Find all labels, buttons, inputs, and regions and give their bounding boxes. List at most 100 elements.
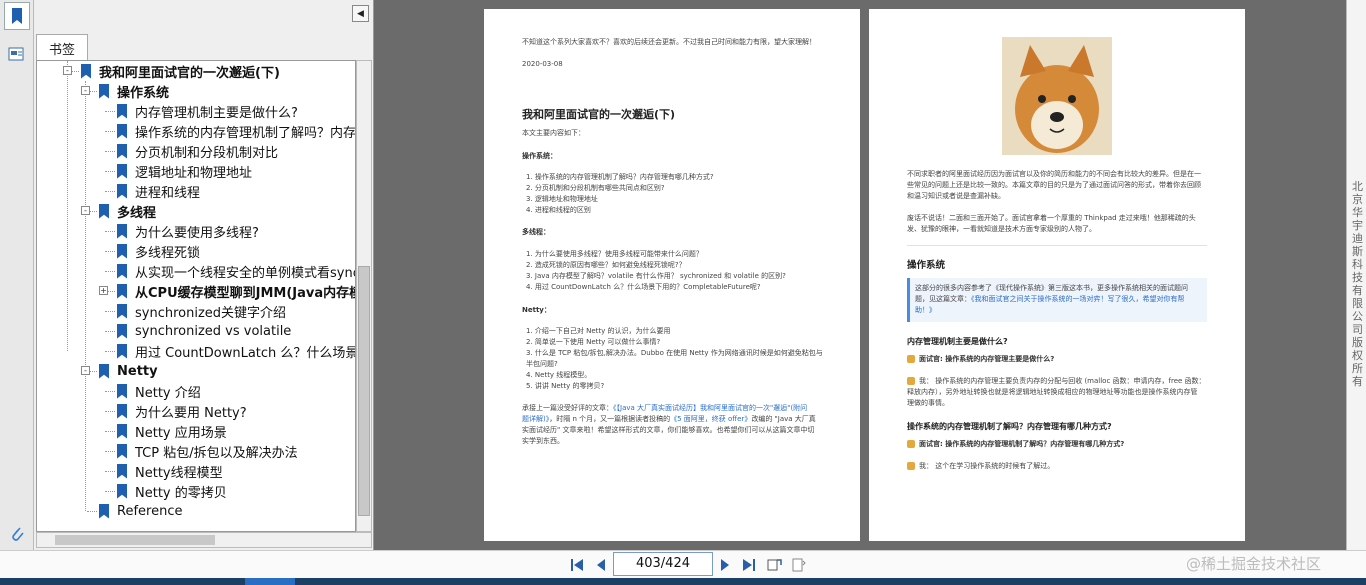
bookmark-item[interactable]: 进程和线程 xyxy=(117,181,200,201)
bookmark-icon xyxy=(99,503,109,519)
right-side-strip: 北京华宇迪斯科技有限公司版权所有 xyxy=(1346,0,1366,550)
tree-connector xyxy=(105,471,115,472)
bookmark-item[interactable]: 分页机制和分段机制对比 xyxy=(117,141,278,161)
bookmark-item[interactable]: Netty xyxy=(99,361,158,381)
list-item: 1. 操作系统的内存管理机制了解吗？内存管理有哪几种方式? xyxy=(526,173,714,181)
first-page-icon[interactable] xyxy=(568,556,586,574)
bookmark-icon xyxy=(117,283,127,299)
interviewer-line: 面试官: 操作系统的内存管理机制了解吗？内存管理有哪几种方式? xyxy=(919,440,1125,448)
rotate-icon[interactable] xyxy=(765,556,783,574)
last-page-icon[interactable] xyxy=(740,556,758,574)
bookmark-icon xyxy=(117,103,127,119)
bookmark-item[interactable]: 多线程死锁 xyxy=(117,241,200,261)
bookmark-item[interactable]: synchronized vs volatile xyxy=(117,321,291,341)
collapse-icon[interactable]: - xyxy=(81,366,90,375)
prev-page-icon[interactable] xyxy=(592,556,610,574)
bookmark-label: 进程和线程 xyxy=(135,185,201,201)
taskbar-active-item[interactable] xyxy=(245,578,295,585)
paragraph-line: 发、犹豫的眼神，一看就知道是技术方面专家级别的人物了。 xyxy=(907,225,1096,233)
bookmark-label: 多线程 xyxy=(117,205,157,221)
attachment-icon[interactable] xyxy=(4,519,30,547)
bookmark-item[interactable]: Netty 介绍 xyxy=(117,381,201,401)
bookmark-label: 用过 CountDownLatch 么？什么场景下用 xyxy=(135,345,356,361)
list-item: 1. 介绍一下自己对 Netty 的认识，为什么要用 xyxy=(526,327,671,335)
netty-heading: Netty： xyxy=(522,306,551,314)
fit-icon[interactable] xyxy=(789,556,807,574)
bookmark-item[interactable]: 从实现一个线程安全的单例模式看synchro xyxy=(117,261,355,281)
bookmark-item[interactable]: Netty线程模型 xyxy=(117,461,223,481)
thumbnail-icon[interactable] xyxy=(4,40,30,68)
tree-connector xyxy=(105,131,115,132)
bookmark-item[interactable]: Reference xyxy=(99,501,182,521)
article-title: 我和阿里面试官的一次邂逅(下) xyxy=(522,108,676,121)
bookmark-icon xyxy=(99,203,109,219)
article-link[interactable]: 《5 面阿里，终获 offer》 xyxy=(670,415,751,423)
answer-line: 我： 操作系统的内存管理主要负责内存的分配与回收 (malloc 函数：申请内存… xyxy=(919,377,1206,385)
next-page-icon[interactable] xyxy=(716,556,734,574)
bookmark-label: Reference xyxy=(117,503,183,519)
bookmark-item[interactable]: TCP 粘包/拆包以及解决办法 xyxy=(117,441,298,461)
bookmark-label: 为什么要使用多线程? xyxy=(135,225,259,241)
bookmark-label: 内存管理机制主要是做什么? xyxy=(135,105,298,121)
bookmark-item[interactable]: 逻辑地址和物理地址 xyxy=(117,161,252,181)
tree-vertical-scrollbar[interactable] xyxy=(356,60,372,532)
page-number-input[interactable]: 403/424 xyxy=(613,552,713,576)
scrollbar-thumb[interactable] xyxy=(358,266,370,516)
bookmark-icon xyxy=(117,443,127,459)
quote-link[interactable]: 助！》 xyxy=(915,305,936,315)
scrollbar-thumb[interactable] xyxy=(55,535,215,545)
outro-text-part: 承接上一篇没受好评的文章： xyxy=(522,404,613,412)
outro-text: 实学到东西。 xyxy=(522,437,564,445)
article-subtitle: 本文主要内容如下： xyxy=(522,129,585,137)
tree-connector xyxy=(105,491,115,492)
list-item: 半包问题? xyxy=(526,360,558,368)
tree-connector xyxy=(105,191,115,192)
collapse-icon[interactable]: - xyxy=(81,206,90,215)
bookmark-item[interactable]: 多线程 xyxy=(99,201,156,221)
bookmark-icon xyxy=(117,143,127,159)
collapse-icon[interactable]: - xyxy=(63,66,72,75)
bookmark-icon xyxy=(117,323,127,339)
bookmark-icon xyxy=(117,223,127,239)
bookmark-label: 从实现一个线程安全的单例模式看synchro xyxy=(135,265,355,281)
bookmark-label: 多线程死锁 xyxy=(135,245,201,261)
tab-bookmarks[interactable]: 书签 xyxy=(36,34,88,61)
bookmark-item[interactable]: 内存管理机制主要是做什么? xyxy=(117,101,298,121)
article-link[interactable]: 《【Java 大厂真实面试经历】我和阿里面试官的一次"邂逅"(附问 xyxy=(613,404,807,412)
bookmark-icon[interactable] xyxy=(4,2,30,30)
list-item: 2. 造成死锁的原因有哪些？如何避免线程死锁呢?？ xyxy=(526,261,686,269)
quote-line: 题，见这篇文章：《我和面试官之间关于操作系统的一场对弈！写了很久，希望对你有帮 xyxy=(915,294,1185,304)
bookmark-label: Netty线程模型 xyxy=(135,465,223,481)
bookmark-item[interactable]: 操作系统的内存管理机制了解吗？内存管理 xyxy=(117,121,356,141)
outro-text: 题详解)》，时隔 n 个月，又一篇根据读者投稿的《5 面阿里，终获 offer》… xyxy=(522,414,816,424)
article-link[interactable]: 题详解)》 xyxy=(522,415,549,423)
bookmark-item[interactable]: 从CPU缓存模型聊到JMM(Java内存模型 xyxy=(117,281,355,301)
list-item: 2. 分页机制和分段机制有哪些共同点和区别? xyxy=(526,184,665,192)
document-view[interactable]: 不知道这个系列大家喜欢不？喜欢的后续还会更新。不过我自己时间和能力有限，望大家理… xyxy=(374,0,1346,550)
bookmark-label: 操作系统的内存管理机制了解吗？内存管理 xyxy=(135,125,356,141)
section-title: 操作系统 xyxy=(907,260,946,271)
bookmark-item[interactable]: 用过 CountDownLatch 么？什么场景下用 xyxy=(117,341,356,361)
bookmark-item[interactable]: Netty 应用场景 xyxy=(117,421,227,441)
panel-tab-strip: 书签 xyxy=(36,34,373,61)
expand-icon[interactable]: + xyxy=(99,286,108,295)
me-avatar-icon xyxy=(907,377,915,385)
interviewer-avatar-icon xyxy=(907,440,915,448)
quote-link[interactable]: 《我和面试官之间关于操作系统的一场对弈！写了很久，希望对你有帮 xyxy=(971,295,1185,303)
answer-line: 理做的事情。 xyxy=(907,399,949,407)
tree-horizontal-scrollbar[interactable] xyxy=(36,532,372,548)
tree-connector xyxy=(85,81,86,511)
bookmark-item[interactable]: 为什么要用 Netty? xyxy=(117,401,247,421)
bookmark-item[interactable]: 操作系统 xyxy=(99,81,169,101)
bookmark-item[interactable]: Netty 的零拷贝 xyxy=(117,481,227,501)
bookmark-item[interactable]: 为什么要使用多线程? xyxy=(117,221,259,241)
quote-text-part: 题，见这篇文章： xyxy=(915,295,971,303)
collapse-panel-icon[interactable]: ◀ xyxy=(352,5,369,22)
bookmark-item[interactable]: synchronized关键字介绍 xyxy=(117,301,286,321)
list-item: 5. 讲讲 Netty 的零拷贝? xyxy=(526,382,605,390)
collapse-icon[interactable]: - xyxy=(81,86,90,95)
bookmark-label: 逻辑地址和物理地址 xyxy=(135,165,253,181)
tree-connector xyxy=(105,271,115,272)
list-item: 4. Netty 线程模型。 xyxy=(526,371,592,379)
bookmark-item[interactable]: 我和阿里面试官的一次邂逅(下) xyxy=(81,61,280,81)
